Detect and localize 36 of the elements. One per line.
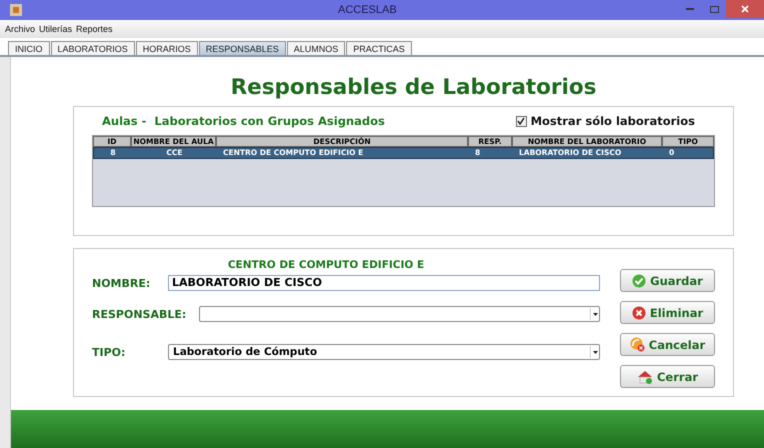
dropdown[interactable]: Laboratorio de Cómputo bbox=[168, 344, 600, 360]
delete-icon bbox=[632, 306, 646, 320]
field-label: TIPO: bbox=[92, 346, 126, 358]
input-field[interactable]: LABORATORIO DE CISCO bbox=[168, 275, 600, 291]
record-caption: CENTRO DE COMPUTO EDIFICIO E bbox=[226, 259, 426, 271]
window-title: ACCESLAB bbox=[338, 4, 397, 16]
menu-item[interactable]: Reportes bbox=[76, 24, 113, 34]
menu-item[interactable]: Archivo bbox=[5, 24, 36, 34]
caret-icon bbox=[590, 308, 599, 320]
page-heading: Responsables de Laboratorios bbox=[230, 74, 598, 102]
tab[interactable]: LABORATORIOS bbox=[50, 41, 135, 55]
check-icon bbox=[632, 274, 646, 288]
house-icon bbox=[636, 370, 653, 384]
caret-icon bbox=[590, 346, 599, 358]
checkbox[interactable] bbox=[516, 116, 527, 126]
tab[interactable]: PRACTICAS bbox=[346, 41, 412, 55]
panel-title: Aulas - Laboratorios con Grupos Asignados bbox=[102, 114, 385, 128]
field-label: RESPONSABLE: bbox=[92, 308, 188, 320]
checkbox-label: Mostrar sólo laboratorios bbox=[530, 114, 695, 128]
maximize-icon bbox=[710, 6, 718, 12]
tab[interactable]: RESPONSABLES bbox=[198, 41, 286, 55]
menu-item[interactable]: Utilerías bbox=[39, 24, 72, 34]
close-icon bbox=[741, 5, 749, 13]
dropdown[interactable] bbox=[199, 306, 600, 322]
action-button[interactable]: Cerrar bbox=[620, 365, 715, 388]
tab[interactable]: INICIO bbox=[8, 41, 50, 55]
tab[interactable]: HORARIOS bbox=[136, 41, 198, 55]
field-label: NOMBRE: bbox=[92, 276, 152, 290]
close-button[interactable] bbox=[726, 0, 764, 18]
action-button[interactable]: Eliminar bbox=[620, 301, 715, 324]
tab[interactable]: ALUMNOS bbox=[286, 41, 346, 55]
action-button[interactable]: Cancelar bbox=[620, 333, 715, 356]
action-button[interactable]: Guardar bbox=[620, 269, 715, 292]
cancel-icon bbox=[630, 337, 645, 352]
minimize-icon bbox=[686, 8, 694, 10]
app-icon bbox=[10, 4, 22, 16]
